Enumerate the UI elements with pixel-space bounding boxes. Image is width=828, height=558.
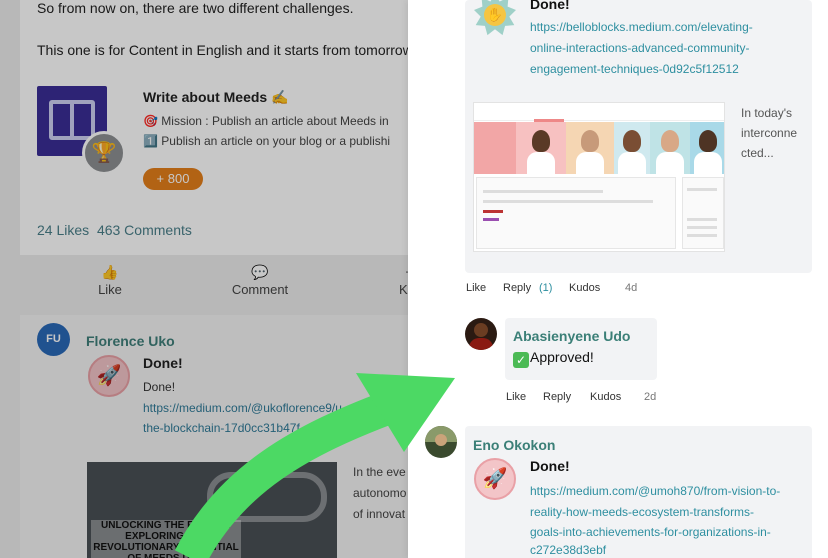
avatar[interactable] xyxy=(465,318,497,350)
comment-time: 4d xyxy=(625,282,638,294)
comment-link-3[interactable]: engagement-techniques-0d92c5f12512 xyxy=(530,59,739,80)
like-button[interactable]: Like xyxy=(466,282,486,294)
comment-done-title: Done! xyxy=(530,0,570,12)
comment-actions: Like Reply (1) Kudos 4d xyxy=(466,282,666,296)
comment-author[interactable]: Eno Okokon xyxy=(473,437,555,453)
checkmark-icon: ✓ xyxy=(513,352,529,368)
reply-author[interactable]: Abasienyene Udo xyxy=(513,328,630,344)
comment-link-2[interactable]: online-interactions-advanced-community- xyxy=(530,38,749,59)
kudos-button[interactable]: Kudos xyxy=(590,391,621,403)
comment-link-1[interactable]: https://belloblocks.medium.com/elevating… xyxy=(530,17,753,38)
preview-side-2: interconne xyxy=(741,126,798,140)
reply-actions: Like Reply Kudos 2d xyxy=(506,391,666,405)
preview-tabs xyxy=(474,103,724,122)
reply-text: ✓ Approved! xyxy=(513,349,594,368)
reply-button[interactable]: Reply xyxy=(543,391,571,403)
reply-button[interactable]: Reply xyxy=(503,282,531,294)
reply-text-label: Approved! xyxy=(530,349,594,365)
comment-done-title: Done! xyxy=(530,458,570,474)
preview-side-1: In today's xyxy=(741,106,792,120)
comment-link-1[interactable]: https://medium.com/@umoh870/from-vision-… xyxy=(530,481,780,502)
reply-count[interactable]: (1) xyxy=(539,282,552,294)
kudos-star-icon: ✋ xyxy=(474,0,516,36)
preview-side-3: cted... xyxy=(741,146,774,160)
comment-link-4[interactable]: c272e38d3ebf xyxy=(530,540,606,558)
article-preview-screenshot[interactable] xyxy=(473,102,725,252)
kudos-button[interactable]: Kudos xyxy=(569,282,600,294)
comment-link-2[interactable]: reality-how-meeds-ecosystem-transforms- xyxy=(530,502,754,523)
like-button[interactable]: Like xyxy=(506,391,526,403)
rocket-icon: 🚀 xyxy=(474,458,516,500)
avatar[interactable] xyxy=(425,426,457,458)
comment-time: 2d xyxy=(644,391,657,403)
